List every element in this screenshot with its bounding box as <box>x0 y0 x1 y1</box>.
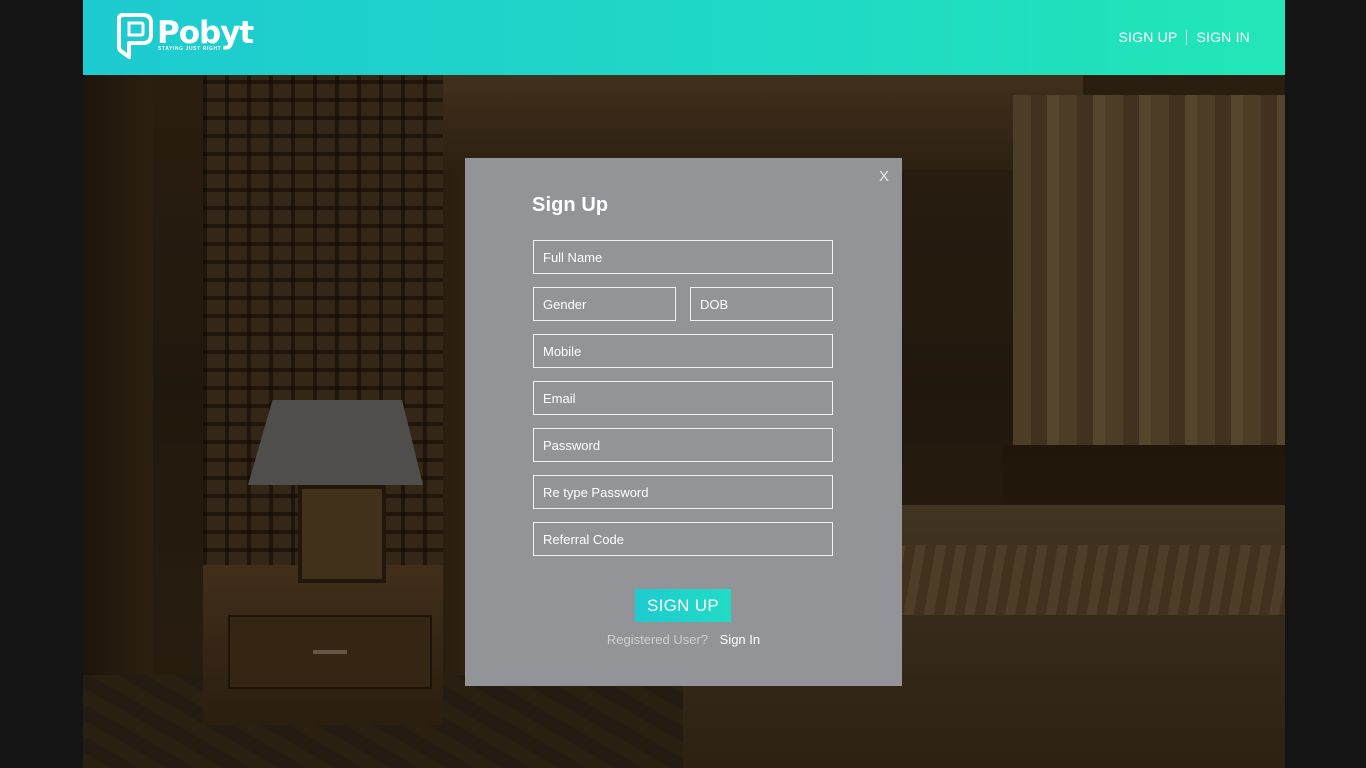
password-field[interactable] <box>533 428 833 462</box>
nav-divider <box>1186 29 1188 45</box>
header-auth-nav: SIGN UP SIGN IN <box>1119 29 1251 45</box>
dob-field[interactable] <box>690 287 833 321</box>
signup-submit-button[interactable]: SIGN UP <box>635 589 731 622</box>
email-field[interactable] <box>533 381 833 415</box>
mobile-field[interactable] <box>533 334 833 368</box>
modal-title: Sign Up <box>532 194 609 216</box>
logo-icon <box>117 13 153 59</box>
top-navigation-bar: Pobyt STAYING JUST RIGHT SIGN UP SIGN IN <box>83 0 1285 75</box>
header-signup-link[interactable]: SIGN UP <box>1119 29 1178 45</box>
referral-code-field[interactable] <box>533 522 833 556</box>
modal-signin-link[interactable]: Sign In <box>720 632 760 647</box>
full-name-field[interactable] <box>533 240 833 274</box>
brand-tagline: STAYING JUST RIGHT <box>158 46 222 52</box>
close-icon[interactable]: X <box>879 168 889 185</box>
app-frame: Pobyt STAYING JUST RIGHT SIGN UP SIGN IN… <box>83 0 1285 768</box>
registered-user-row: Registered User? Sign In <box>465 632 902 647</box>
brand-logo[interactable]: Pobyt STAYING JUST RIGHT <box>115 13 255 63</box>
gender-field[interactable] <box>533 287 676 321</box>
signup-modal: X Sign Up SIGN UP Registered User? Sign … <box>465 158 902 686</box>
header-signin-link[interactable]: SIGN IN <box>1196 29 1250 45</box>
retype-password-field[interactable] <box>533 475 833 509</box>
registered-user-question: Registered User? <box>606 632 709 647</box>
